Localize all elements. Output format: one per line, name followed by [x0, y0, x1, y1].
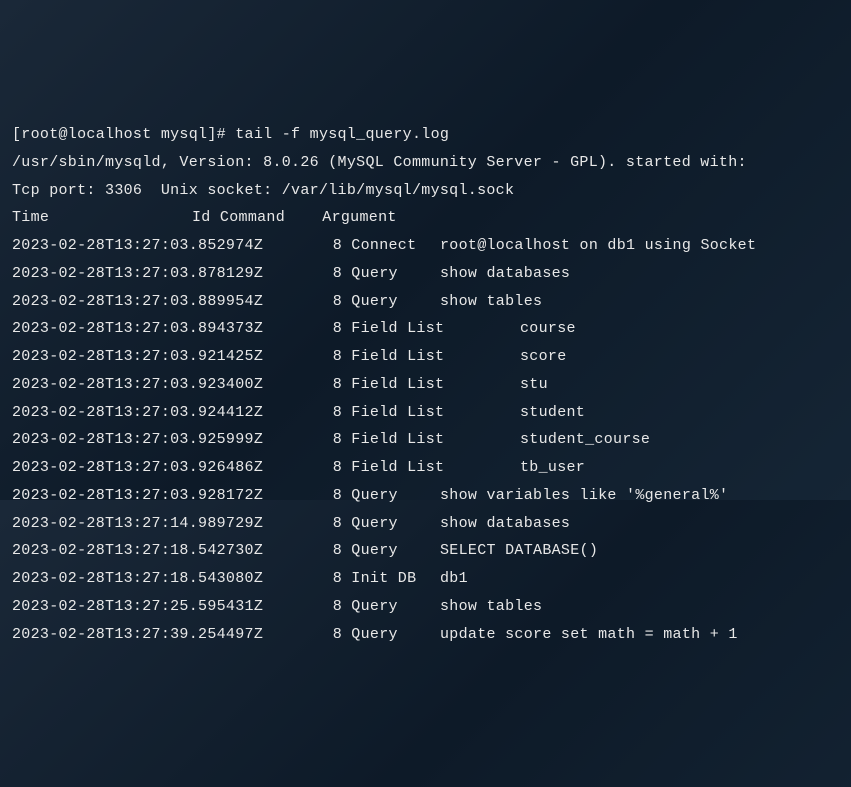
entry-time: 2023-02-28T13:27:18.542730Z: [12, 537, 322, 565]
entry-command: Query: [342, 621, 440, 649]
entry-argument: score: [520, 348, 567, 365]
entry-argument: student: [520, 404, 585, 421]
entry-command: Init DB: [342, 565, 440, 593]
entry-time: 2023-02-28T13:27:03.928172Z: [12, 482, 322, 510]
entry-id: 8: [322, 288, 342, 316]
entry-time: 2023-02-28T13:27:03.894373Z: [12, 315, 322, 343]
entry-argument: show databases: [440, 515, 570, 532]
log-entry: 2023-02-28T13:27:25.595431Z8 Queryshow t…: [12, 593, 839, 621]
entry-time: 2023-02-28T13:27:03.889954Z: [12, 288, 322, 316]
log-entry: 2023-02-28T13:27:03.923400Z8 Field Lists…: [12, 371, 839, 399]
entry-time: 2023-02-28T13:27:03.923400Z: [12, 371, 322, 399]
entry-id: 8: [322, 343, 342, 371]
entry-argument: show tables: [440, 293, 542, 310]
entry-command: Query: [342, 260, 440, 288]
entry-id: 8: [322, 454, 342, 482]
log-entry: 2023-02-28T13:27:03.921425Z8 Field Lists…: [12, 343, 839, 371]
log-header: TimeId Command Argument: [12, 204, 839, 232]
log-entry: 2023-02-28T13:27:03.928172Z8 Queryshow v…: [12, 482, 839, 510]
entry-id: 8: [322, 260, 342, 288]
entry-command: Field List: [342, 454, 520, 482]
entry-argument: show tables: [440, 598, 542, 615]
entry-command: Field List: [342, 426, 520, 454]
entry-id: 8: [322, 399, 342, 427]
entry-command: Query: [342, 288, 440, 316]
entry-command: Field List: [342, 315, 520, 343]
header-argument: Argument: [322, 209, 396, 226]
entry-time: 2023-02-28T13:27:39.254497Z: [12, 621, 322, 649]
entry-argument: course: [520, 320, 576, 337]
entry-id: 8: [322, 232, 342, 260]
header-command: Command: [220, 209, 285, 226]
log-entries: 2023-02-28T13:27:03.852974Z8 Connectroot…: [12, 232, 839, 648]
entry-id: 8: [322, 621, 342, 649]
entry-argument: stu: [520, 376, 548, 393]
entry-argument: update score set math = math + 1: [440, 626, 738, 643]
entry-argument: db1: [440, 570, 468, 587]
log-entry: 2023-02-28T13:27:03.926486Z8 Field Listt…: [12, 454, 839, 482]
entry-argument: tb_user: [520, 459, 585, 476]
entry-argument: student_course: [520, 431, 650, 448]
entry-argument: SELECT DATABASE(): [440, 542, 598, 559]
startup-line-1: /usr/sbin/mysqld, Version: 8.0.26 (MySQL…: [12, 149, 839, 177]
log-entry: 2023-02-28T13:27:03.924412Z8 Field Lists…: [12, 399, 839, 427]
entry-command: Query: [342, 537, 440, 565]
entry-id: 8: [322, 482, 342, 510]
entry-argument: show variables like '%general%': [440, 487, 728, 504]
startup-line-2: Tcp port: 3306 Unix socket: /var/lib/mys…: [12, 177, 839, 205]
log-entry: 2023-02-28T13:27:03.894373Z8 Field Listc…: [12, 315, 839, 343]
entry-command: Connect: [342, 232, 440, 260]
entry-id: 8: [322, 510, 342, 538]
entry-command: Query: [342, 593, 440, 621]
entry-argument: show databases: [440, 265, 570, 282]
header-time: Time: [12, 204, 192, 232]
log-entry: 2023-02-28T13:27:14.989729Z8 Queryshow d…: [12, 510, 839, 538]
entry-id: 8: [322, 315, 342, 343]
log-entry: 2023-02-28T13:27:18.542730Z8 QuerySELECT…: [12, 537, 839, 565]
entry-id: 8: [322, 537, 342, 565]
entry-time: 2023-02-28T13:27:14.989729Z: [12, 510, 322, 538]
entry-command: Query: [342, 482, 440, 510]
entry-time: 2023-02-28T13:27:03.852974Z: [12, 232, 322, 260]
entry-command: Query: [342, 510, 440, 538]
command-prompt: [root@localhost mysql]# tail -f mysql_qu…: [12, 121, 839, 149]
entry-id: 8: [322, 565, 342, 593]
entry-time: 2023-02-28T13:27:03.925999Z: [12, 426, 322, 454]
entry-id: 8: [322, 426, 342, 454]
entry-time: 2023-02-28T13:27:25.595431Z: [12, 593, 322, 621]
log-entry: 2023-02-28T13:27:03.878129Z8 Queryshow d…: [12, 260, 839, 288]
entry-time: 2023-02-28T13:27:03.924412Z: [12, 399, 322, 427]
entry-command: Field List: [342, 343, 520, 371]
entry-command: Field List: [342, 371, 520, 399]
log-entry: 2023-02-28T13:27:18.543080Z8 Init DBdb1: [12, 565, 839, 593]
entry-argument: root@localhost on db1 using Socket: [440, 237, 756, 254]
entry-id: 8: [322, 371, 342, 399]
entry-time: 2023-02-28T13:27:03.878129Z: [12, 260, 322, 288]
entry-time: 2023-02-28T13:27:03.921425Z: [12, 343, 322, 371]
header-id: Id: [192, 209, 211, 226]
log-entry: 2023-02-28T13:27:03.889954Z8 Queryshow t…: [12, 288, 839, 316]
log-entry: 2023-02-28T13:27:03.852974Z8 Connectroot…: [12, 232, 839, 260]
entry-time: 2023-02-28T13:27:03.926486Z: [12, 454, 322, 482]
log-entry: 2023-02-28T13:27:39.254497Z8 Queryupdate…: [12, 621, 839, 649]
entry-id: 8: [322, 593, 342, 621]
log-entry: 2023-02-28T13:27:03.925999Z8 Field Lists…: [12, 426, 839, 454]
entry-command: Field List: [342, 399, 520, 427]
entry-time: 2023-02-28T13:27:18.543080Z: [12, 565, 322, 593]
